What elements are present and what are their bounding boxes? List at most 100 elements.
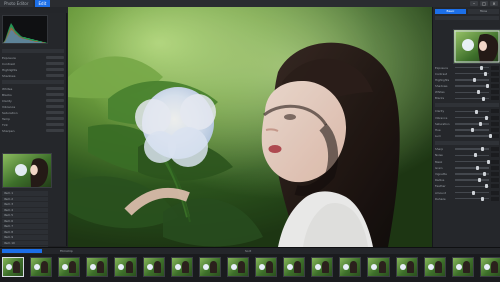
slider-knob[interactable] bbox=[473, 77, 476, 82]
filmstrip-thumbnail[interactable] bbox=[451, 257, 474, 277]
right-section-light[interactable] bbox=[435, 16, 499, 20]
slider-knob[interactable] bbox=[486, 84, 489, 89]
slider-value[interactable] bbox=[491, 128, 499, 132]
slider-value[interactable] bbox=[491, 153, 499, 158]
slider-value[interactable] bbox=[491, 77, 499, 82]
slider-track[interactable] bbox=[455, 159, 490, 164]
slider-track[interactable] bbox=[455, 128, 489, 133]
slider-value[interactable] bbox=[491, 96, 499, 101]
slider-track[interactable] bbox=[455, 165, 489, 170]
slider-knob[interactable] bbox=[479, 121, 482, 126]
slider-knob[interactable] bbox=[472, 190, 475, 195]
filmstrip-thumbnail[interactable] bbox=[395, 257, 418, 277]
left-list-item[interactable]: Item 8 bbox=[2, 229, 48, 234]
slider-value[interactable] bbox=[491, 121, 499, 126]
slider-value[interactable] bbox=[491, 90, 499, 95]
window-tab-app[interactable]: Photo Editor bbox=[0, 0, 33, 7]
slider-knob[interactable] bbox=[483, 172, 486, 176]
filmstrip-thumbnail[interactable] bbox=[226, 257, 249, 277]
slider-knob[interactable] bbox=[484, 71, 487, 76]
left-list-item[interactable]: Item 9 bbox=[2, 235, 48, 240]
filmstrip-thumbnail[interactable] bbox=[423, 257, 446, 277]
slider-track[interactable] bbox=[455, 109, 489, 114]
slider-knob[interactable] bbox=[489, 134, 492, 139]
slider-value[interactable] bbox=[491, 184, 499, 189]
filmstrip-thumbnail[interactable] bbox=[30, 257, 53, 277]
slider-track[interactable] bbox=[455, 147, 489, 152]
slider-knob[interactable] bbox=[474, 153, 477, 158]
left-list-item[interactable]: Item 2 bbox=[2, 196, 48, 201]
filmstrip-thumbnail[interactable] bbox=[86, 257, 109, 277]
slider-knob[interactable] bbox=[481, 196, 484, 201]
filmstrip-thumbnail[interactable] bbox=[311, 257, 334, 277]
filmstrip-thumbnail[interactable] bbox=[142, 257, 165, 277]
slider-knob[interactable] bbox=[485, 184, 488, 189]
slider-value[interactable] bbox=[491, 109, 499, 114]
slider-value[interactable] bbox=[491, 165, 499, 170]
filmstrip-thumbnail[interactable] bbox=[170, 257, 193, 277]
slider-track[interactable] bbox=[455, 71, 489, 76]
left-list-item[interactable]: Item 7 bbox=[2, 224, 48, 229]
left-list-item[interactable]: Item 1 bbox=[2, 191, 48, 196]
right-section-detail[interactable] bbox=[435, 140, 499, 145]
slider-value[interactable] bbox=[491, 115, 499, 120]
filmstrip-thumbnail[interactable] bbox=[479, 257, 500, 277]
slider-track[interactable] bbox=[455, 178, 489, 183]
slider-value[interactable] bbox=[491, 159, 499, 164]
left-list-item[interactable]: Item 10 bbox=[2, 240, 48, 245]
slider-value[interactable] bbox=[491, 171, 499, 176]
right-section-color[interactable] bbox=[435, 102, 499, 107]
slider-value[interactable] bbox=[491, 65, 499, 70]
navigator-preview[interactable] bbox=[453, 29, 500, 64]
slider-knob[interactable] bbox=[476, 165, 479, 170]
close-button[interactable]: × bbox=[490, 1, 498, 6]
slider-knob[interactable] bbox=[482, 96, 485, 101]
slider-track[interactable] bbox=[455, 90, 489, 95]
preview-thumbnail[interactable] bbox=[2, 153, 52, 188]
filmstrip-thumbnail[interactable] bbox=[283, 257, 306, 277]
filmstrip-thumbnail[interactable] bbox=[58, 257, 81, 277]
slider-track[interactable] bbox=[455, 190, 489, 195]
slider-knob[interactable] bbox=[478, 178, 481, 183]
minimize-button[interactable]: – bbox=[470, 1, 478, 6]
slider-value[interactable] bbox=[491, 178, 499, 183]
left-section-info[interactable] bbox=[2, 49, 64, 53]
filmstrip-thumbnail[interactable] bbox=[114, 257, 137, 277]
slider-track[interactable] bbox=[455, 184, 489, 189]
right-tab-tone[interactable]: Tone bbox=[468, 9, 499, 14]
slider-knob[interactable] bbox=[485, 115, 488, 120]
slider-knob[interactable] bbox=[481, 147, 484, 152]
right-tab-basic[interactable]: Basic bbox=[435, 9, 466, 14]
slider-value[interactable] bbox=[491, 147, 499, 152]
slider-track[interactable] bbox=[455, 153, 489, 158]
slider-track[interactable] bbox=[455, 121, 489, 126]
slider-track[interactable] bbox=[455, 172, 489, 176]
filmstrip-thumbnail[interactable] bbox=[367, 257, 390, 277]
slider-track[interactable] bbox=[455, 84, 489, 89]
left-list-item[interactable]: Item 6 bbox=[2, 218, 48, 223]
filmstrip-sort[interactable]: Sort bbox=[245, 248, 251, 254]
left-list-item[interactable]: Item 3 bbox=[2, 202, 48, 207]
slider-value[interactable] bbox=[491, 196, 499, 201]
filmstrip-thumbnail[interactable] bbox=[254, 257, 278, 277]
slider-value[interactable] bbox=[491, 134, 499, 139]
slider-track[interactable] bbox=[455, 134, 492, 139]
slider-knob[interactable] bbox=[480, 65, 483, 70]
slider-value[interactable] bbox=[491, 190, 499, 195]
slider-knob[interactable] bbox=[487, 159, 490, 164]
left-section-adjust[interactable] bbox=[2, 80, 64, 84]
slider-knob[interactable] bbox=[471, 128, 474, 133]
filmstrip-thumbnail[interactable] bbox=[198, 257, 221, 277]
slider-track[interactable] bbox=[455, 77, 489, 82]
slider-track[interactable] bbox=[455, 196, 489, 201]
filmstrip-thumbnail[interactable] bbox=[339, 257, 362, 277]
filmstrip-thumbnail[interactable] bbox=[2, 257, 25, 277]
image-viewer[interactable] bbox=[68, 7, 432, 247]
slider-knob[interactable] bbox=[477, 90, 480, 95]
slider-track[interactable] bbox=[455, 96, 489, 101]
slider-track[interactable] bbox=[455, 115, 489, 120]
slider-track[interactable] bbox=[455, 65, 489, 70]
slider-knob[interactable] bbox=[475, 109, 478, 114]
slider-value[interactable] bbox=[491, 84, 499, 89]
window-tab-edit[interactable]: Edit bbox=[34, 0, 51, 7]
